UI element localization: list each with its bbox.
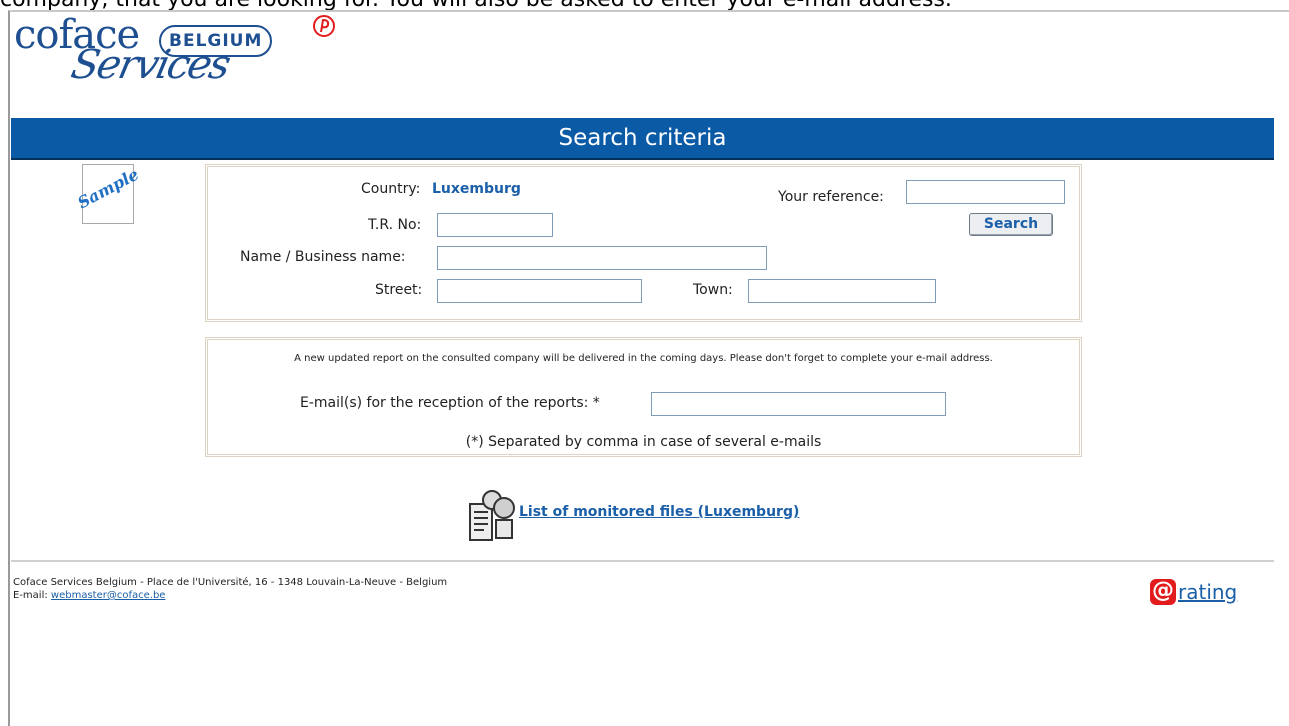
your-reference-label: Your reference:	[778, 189, 884, 205]
webmaster-email-link[interactable]: webmaster@coface.be	[51, 590, 166, 601]
at-rating-symbol: @	[1150, 578, 1176, 605]
footer-address: Coface Services Belgium - Place de l'Uni…	[13, 577, 448, 588]
sample-label: Sample	[74, 164, 142, 213]
search-button[interactable]: Search	[969, 213, 1053, 236]
business-name-input[interactable]	[437, 246, 767, 270]
business-name-label: Name / Business name:	[240, 249, 406, 265]
page-frame: coface BELGIUM Services Search criteria …	[8, 10, 1289, 726]
footer-email: E-mail: webmaster@coface.be	[13, 590, 165, 601]
your-reference-input[interactable]	[906, 180, 1065, 204]
report-notice: A new updated report on the consulted co…	[294, 353, 993, 364]
email-input[interactable]	[651, 392, 946, 416]
search-criteria-panel: Country: Luxemburg Your reference: Searc…	[205, 164, 1082, 322]
monitored-files-link[interactable]: List of monitored files (Luxemburg)	[519, 504, 799, 520]
sample-thumbnail[interactable]: Sample	[74, 164, 142, 224]
country-value: Luxemburg	[432, 181, 521, 197]
town-label: Town:	[693, 282, 733, 298]
email-label: E-mail(s) for the reception of the repor…	[300, 395, 600, 411]
logo-word-services: Services	[67, 42, 234, 88]
tr-no-input[interactable]	[437, 213, 553, 237]
footer-divider	[11, 560, 1274, 562]
street-input[interactable]	[437, 279, 642, 303]
monitored-files-icon	[469, 490, 515, 541]
email-panel: A new updated report on the consulted co…	[205, 337, 1082, 457]
street-label: Street:	[375, 282, 423, 298]
separator-note: (*) Separated by comma in case of severa…	[465, 434, 822, 450]
logo-emblem-icon	[313, 15, 335, 37]
country-label: Country:	[361, 181, 421, 197]
footer-email-label: E-mail:	[13, 590, 51, 601]
search-criteria-banner: Search criteria	[11, 118, 1274, 160]
at-rating-logo[interactable]: @ rating	[1150, 577, 1237, 607]
tr-no-label: T.R. No:	[368, 217, 422, 233]
town-input[interactable]	[748, 279, 936, 303]
coface-logo[interactable]: coface BELGIUM Services	[12, 12, 372, 106]
at-rating-text: rating	[1178, 580, 1238, 604]
